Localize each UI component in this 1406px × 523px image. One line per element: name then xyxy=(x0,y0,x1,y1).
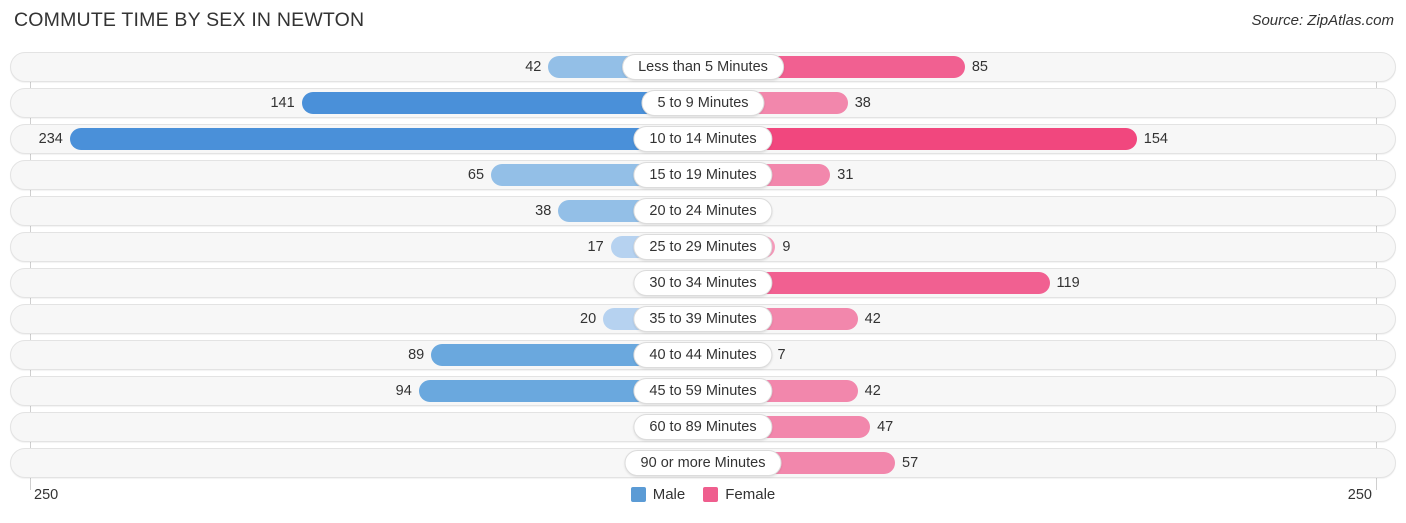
chart-row: 011930 to 34 Minutes xyxy=(10,268,1396,298)
source-attribution: Source: ZipAtlas.com xyxy=(1251,12,1394,29)
chart-row: 89 7 40 to 44 Minutes xyxy=(10,340,1396,370)
chart-row: 20 42 35 to 39 Minutes xyxy=(10,304,1396,334)
category-label-pill[interactable]: 40 to 44 Minutes xyxy=(633,342,773,368)
legend-swatch-male-icon xyxy=(630,487,646,502)
value-label-female: 154 xyxy=(1143,131,1168,147)
value-label-male: 234 xyxy=(38,131,63,147)
value-label-female: 31 xyxy=(837,167,854,183)
category-label-pill[interactable]: 5 to 9 Minutes xyxy=(641,90,765,116)
value-label-female: 42 xyxy=(864,383,881,399)
chart-row: 42 85 Less than 5 Minutes xyxy=(10,52,1396,82)
chart-row: 17 9 25 to 29 Minutes xyxy=(10,232,1396,262)
legend-item-male[interactable]: Male xyxy=(630,486,686,503)
category-label-pill[interactable]: 15 to 19 Minutes xyxy=(633,162,773,188)
value-label-female: 9 xyxy=(782,239,791,255)
value-label-male: 38 xyxy=(535,203,552,219)
value-label-female: 57 xyxy=(902,455,919,471)
chart-row: 05790 or more Minutes xyxy=(10,448,1396,478)
legend-label-male: Male xyxy=(652,486,686,503)
value-label-female: 119 xyxy=(1056,275,1080,291)
category-label-pill[interactable]: 90 or more Minutes xyxy=(624,450,782,476)
chart-page: COMMUTE TIME BY SEX IN NEWTON Source: Zi… xyxy=(0,0,1406,523)
value-label-male: 17 xyxy=(587,239,604,255)
value-label-female: 47 xyxy=(877,419,894,435)
chart-row: 65 31 15 to 19 Minutes xyxy=(10,160,1396,190)
value-label-male: 89 xyxy=(408,347,425,363)
chart-row: 38020 to 24 Minutes xyxy=(10,196,1396,226)
chart-legend: Male Female xyxy=(0,486,1406,503)
value-label-female: 42 xyxy=(864,311,881,327)
category-label-pill[interactable]: 30 to 34 Minutes xyxy=(633,270,773,296)
legend-item-female[interactable]: Female xyxy=(703,486,775,503)
value-label-male: 94 xyxy=(395,383,412,399)
category-label-pill[interactable]: 60 to 89 Minutes xyxy=(633,414,773,440)
value-label-male: 42 xyxy=(525,59,542,75)
category-label-pill[interactable]: Less than 5 Minutes xyxy=(622,54,784,80)
legend-swatch-female-icon xyxy=(703,487,719,502)
chart-plot-area: 42 85 Less than 5 Minutes 141 38 5 to 9 Minut… xyxy=(10,52,1396,490)
category-label-pill[interactable]: 20 to 24 Minutes xyxy=(633,198,773,224)
value-label-male: 65 xyxy=(467,167,485,183)
chart-row: 141 38 5 to 9 Minutes xyxy=(10,88,1396,118)
chart-row: 94 42 45 to 59 Minutes xyxy=(10,376,1396,406)
category-label-pill[interactable]: 35 to 39 Minutes xyxy=(633,306,773,332)
category-label-pill[interactable]: 45 to 59 Minutes xyxy=(633,378,773,404)
category-label-pill[interactable]: 10 to 14 Minutes xyxy=(633,126,773,152)
chart-row: 04760 to 89 Minutes xyxy=(10,412,1396,442)
page-title: COMMUTE TIME BY SEX IN NEWTON xyxy=(14,9,365,31)
value-label-male: 141 xyxy=(270,95,295,111)
value-label-male: 20 xyxy=(580,311,597,327)
value-label-female: 85 xyxy=(971,59,988,75)
legend-label-female: Female xyxy=(725,486,776,503)
chart-row: 234 154 10 to 14 Minutes xyxy=(10,124,1396,154)
bar-male[interactable] xyxy=(69,128,703,150)
category-label-pill[interactable]: 25 to 29 Minutes xyxy=(633,234,773,260)
value-label-female: 7 xyxy=(777,347,786,363)
value-label-female: 38 xyxy=(854,95,871,111)
